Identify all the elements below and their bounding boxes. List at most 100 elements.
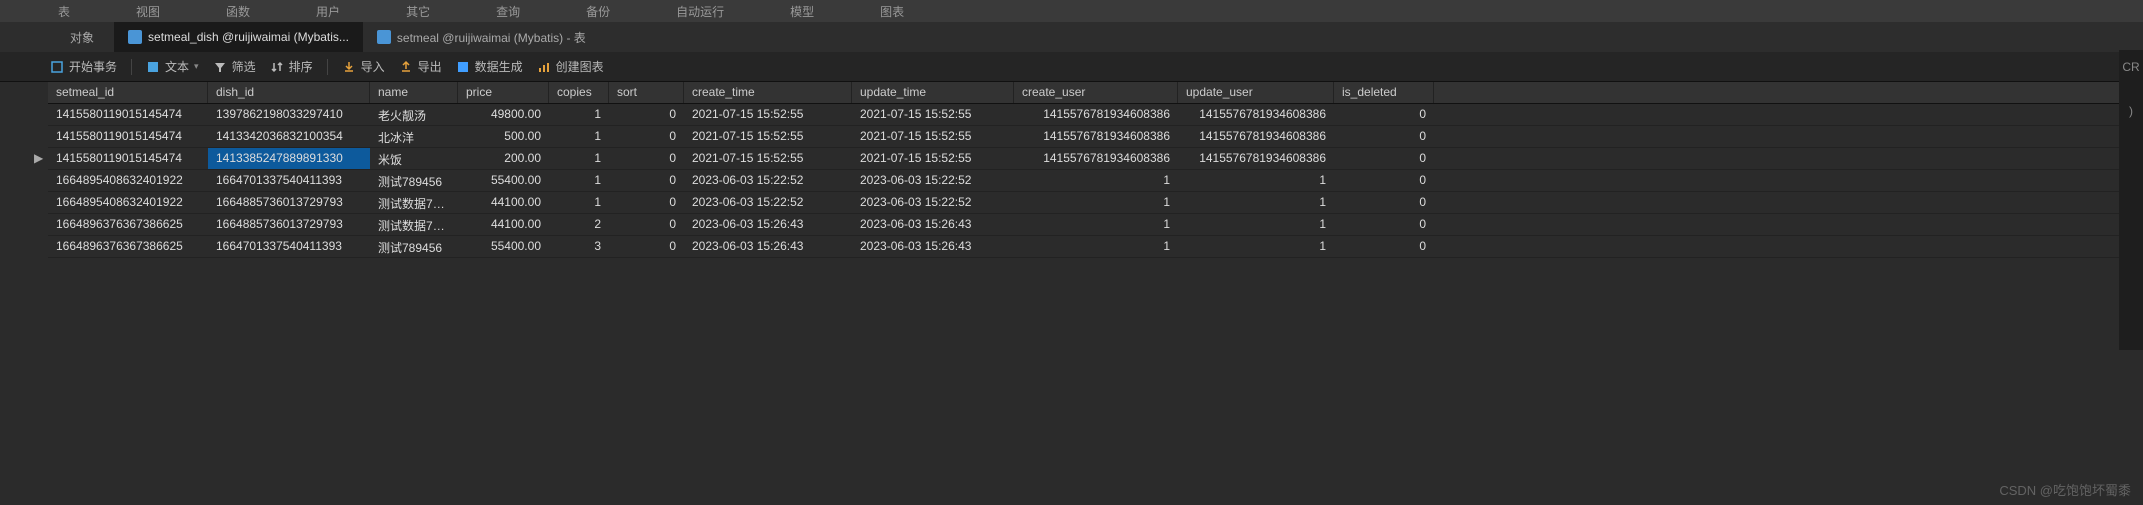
cell-dish_id[interactable]: 1413385247889891330 [208, 148, 370, 169]
column-header-update_user[interactable]: update_user [1178, 82, 1334, 103]
cell-setmeal_id[interactable]: 1415580119015145474 [48, 148, 208, 169]
column-header-sort[interactable]: sort [609, 82, 684, 103]
column-header-name[interactable]: name [370, 82, 458, 103]
cell-price[interactable]: 200.00 [458, 148, 549, 169]
menu-自动运行[interactable]: 自动运行 [658, 3, 742, 20]
cell-price[interactable]: 44100.00 [458, 214, 549, 235]
cell-create_user[interactable]: 1 [1014, 192, 1178, 213]
menu-模型[interactable]: 模型 [772, 3, 832, 20]
cell-create_user[interactable]: 1415576781934608386 [1014, 126, 1178, 147]
cell-update_user[interactable]: 1 [1178, 236, 1334, 257]
side-tool[interactable]: CR [2122, 60, 2139, 74]
cell-price[interactable]: 44100.00 [458, 192, 549, 213]
cell-setmeal_id[interactable]: 1415580119015145474 [48, 104, 208, 125]
tab[interactable]: setmeal_dish @ruijiwaimai (Mybatis... [114, 22, 363, 52]
cell-create_time[interactable]: 2023-06-03 15:22:52 [684, 192, 852, 213]
table-row[interactable]: 16648963763673866251664885736013729793测试… [48, 214, 2143, 236]
cell-is_deleted[interactable]: 0 [1334, 170, 1434, 191]
cell-update_user[interactable]: 1415576781934608386 [1178, 148, 1334, 169]
tab-objects[interactable]: 对象 [50, 29, 114, 46]
cell-copies[interactable]: 2 [549, 214, 609, 235]
column-header-copies[interactable]: copies [549, 82, 609, 103]
column-header-price[interactable]: price [458, 82, 549, 103]
column-header-create_user[interactable]: create_user [1014, 82, 1178, 103]
cell-dish_id[interactable]: 1413342036832100354 [208, 126, 370, 147]
cell-create_user[interactable]: 1 [1014, 236, 1178, 257]
cell-create_user[interactable]: 1 [1014, 214, 1178, 235]
text-button[interactable]: 文本 ▾ [146, 58, 199, 75]
cell-sort[interactable]: 0 [609, 148, 684, 169]
cell-create_user[interactable]: 1 [1014, 170, 1178, 191]
table-row[interactable]: 14155801190151454741397862198033297410老火… [48, 104, 2143, 126]
cell-name[interactable]: 测试数据7815 [370, 192, 458, 213]
cell-update_time[interactable]: 2023-06-03 15:26:43 [852, 236, 1014, 257]
cell-price[interactable]: 55400.00 [458, 236, 549, 257]
menu-查询[interactable]: 查询 [478, 3, 538, 20]
table-row[interactable]: ▶14155801190151454741413385247889891330米… [48, 148, 2143, 170]
cell-sort[interactable]: 0 [609, 236, 684, 257]
cell-create_time[interactable]: 2021-07-15 15:52:55 [684, 104, 852, 125]
tab[interactable]: setmeal @ruijiwaimai (Mybatis) - 表 [363, 22, 600, 52]
cell-is_deleted[interactable]: 0 [1334, 214, 1434, 235]
side-tool[interactable]: ) [2129, 104, 2133, 118]
menu-函数[interactable]: 函数 [208, 3, 268, 20]
cell-copies[interactable]: 1 [549, 126, 609, 147]
cell-dish_id[interactable]: 1397862198033297410 [208, 104, 370, 125]
table-row[interactable]: 16648954086324019221664701337540411393测试… [48, 170, 2143, 192]
cell-is_deleted[interactable]: 0 [1334, 104, 1434, 125]
cell-name[interactable]: 米饭 [370, 148, 458, 169]
cell-is_deleted[interactable]: 0 [1334, 236, 1434, 257]
cell-create_time[interactable]: 2021-07-15 15:52:55 [684, 126, 852, 147]
cell-setmeal_id[interactable]: 1664895408632401922 [48, 170, 208, 191]
cell-name[interactable]: 测试789456 [370, 236, 458, 257]
cell-price[interactable]: 55400.00 [458, 170, 549, 191]
cell-create_time[interactable]: 2023-06-03 15:26:43 [684, 214, 852, 235]
cell-update_user[interactable]: 1 [1178, 170, 1334, 191]
menu-其它[interactable]: 其它 [388, 3, 448, 20]
menu-备份[interactable]: 备份 [568, 3, 628, 20]
cell-create_user[interactable]: 1415576781934608386 [1014, 148, 1178, 169]
cell-sort[interactable]: 0 [609, 214, 684, 235]
begin-transaction-button[interactable]: 开始事务 [50, 58, 117, 75]
cell-name[interactable]: 北冰洋 [370, 126, 458, 147]
table-row[interactable]: 16648954086324019221664885736013729793测试… [48, 192, 2143, 214]
cell-price[interactable]: 500.00 [458, 126, 549, 147]
cell-sort[interactable]: 0 [609, 126, 684, 147]
cell-update_time[interactable]: 2023-06-03 15:26:43 [852, 214, 1014, 235]
cell-copies[interactable]: 1 [549, 148, 609, 169]
column-header-update_time[interactable]: update_time [852, 82, 1014, 103]
cell-is_deleted[interactable]: 0 [1334, 192, 1434, 213]
cell-dish_id[interactable]: 1664885736013729793 [208, 192, 370, 213]
cell-is_deleted[interactable]: 0 [1334, 148, 1434, 169]
cell-sort[interactable]: 0 [609, 170, 684, 191]
menu-视图[interactable]: 视图 [118, 3, 178, 20]
cell-copies[interactable]: 1 [549, 104, 609, 125]
cell-setmeal_id[interactable]: 1664895408632401922 [48, 192, 208, 213]
cell-setmeal_id[interactable]: 1415580119015145474 [48, 126, 208, 147]
cell-sort[interactable]: 0 [609, 192, 684, 213]
cell-copies[interactable]: 3 [549, 236, 609, 257]
menu-用户[interactable]: 用户 [298, 3, 358, 20]
cell-update_user[interactable]: 1415576781934608386 [1178, 126, 1334, 147]
menu-表[interactable]: 表 [40, 3, 88, 20]
cell-update_time[interactable]: 2021-07-15 15:52:55 [852, 104, 1014, 125]
cell-create_time[interactable]: 2021-07-15 15:52:55 [684, 148, 852, 169]
cell-create_user[interactable]: 1415576781934608386 [1014, 104, 1178, 125]
column-header-setmeal_id[interactable]: setmeal_id [48, 82, 208, 103]
cell-price[interactable]: 49800.00 [458, 104, 549, 125]
cell-name[interactable]: 测试789456 [370, 170, 458, 191]
export-button[interactable]: 导出 [399, 58, 442, 75]
sort-button[interactable]: 排序 [270, 58, 313, 75]
cell-copies[interactable]: 1 [549, 170, 609, 191]
filter-button[interactable]: 筛选 [213, 58, 256, 75]
import-button[interactable]: 导入 [342, 58, 385, 75]
cell-name[interactable]: 测试数据7815 [370, 214, 458, 235]
cell-create_time[interactable]: 2023-06-03 15:22:52 [684, 170, 852, 191]
cell-update_user[interactable]: 1 [1178, 192, 1334, 213]
cell-is_deleted[interactable]: 0 [1334, 126, 1434, 147]
cell-update_time[interactable]: 2023-06-03 15:22:52 [852, 170, 1014, 191]
cell-update_time[interactable]: 2023-06-03 15:22:52 [852, 192, 1014, 213]
column-header-dish_id[interactable]: dish_id [208, 82, 370, 103]
column-header-is_deleted[interactable]: is_deleted [1334, 82, 1434, 103]
menu-图表[interactable]: 图表 [862, 3, 922, 20]
